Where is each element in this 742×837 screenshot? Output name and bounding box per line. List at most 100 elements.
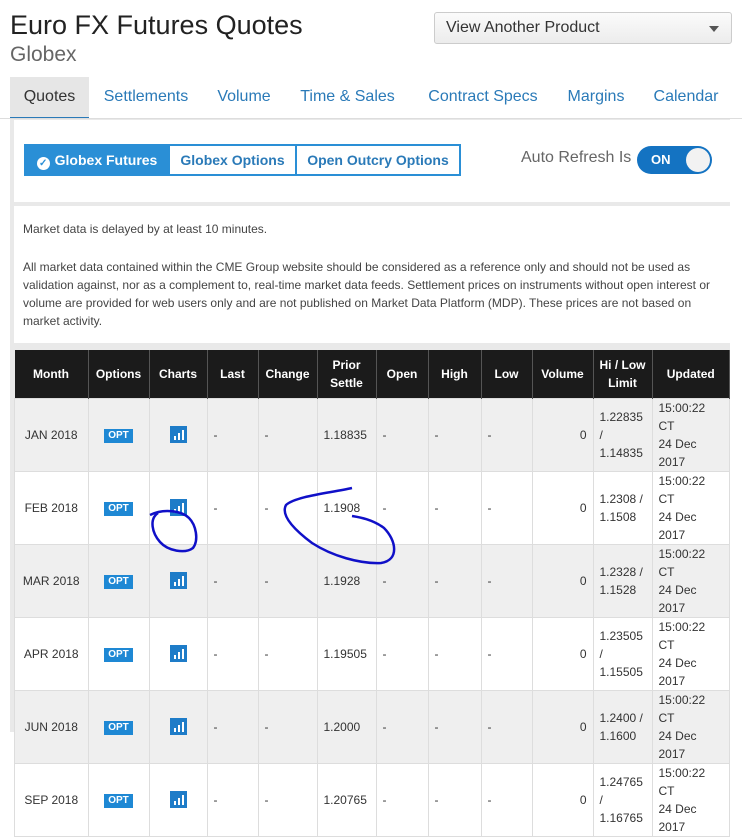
- options-cell: OPT: [87, 689, 150, 764]
- volume-cell: 0: [531, 397, 594, 472]
- options-cell: OPT: [87, 762, 150, 837]
- auto-refresh-toggle[interactable]: ON: [637, 146, 712, 174]
- tab-calendar[interactable]: Calendar: [644, 77, 728, 117]
- hi-low-limit-cell: 1.2308 / 1.1508: [592, 470, 653, 545]
- hi-low-limit-cell: 1.2328 / 1.1528: [592, 543, 653, 618]
- tab-time-and-sales[interactable]: Time & Sales: [290, 77, 405, 117]
- hi-low-limit-cell: 1.2400 / 1.1600: [592, 689, 653, 764]
- change-cell: -: [257, 616, 318, 691]
- updated-time: 15:00:22 CT: [658, 619, 706, 652]
- opt-button[interactable]: OPT: [104, 428, 133, 443]
- hi-low-limit-cell: 1.24765 / 1.16765: [592, 762, 653, 837]
- tab-contract-specs[interactable]: Contract Specs: [418, 77, 548, 117]
- charts-cell: [148, 470, 208, 545]
- col-volume: Volume: [532, 350, 594, 398]
- col-updated: Updated: [652, 350, 730, 398]
- hi-low-limit-cell: 1.23505 / 1.15505: [592, 616, 653, 691]
- low-cell: -: [480, 616, 533, 691]
- volume-cell: 0: [531, 616, 594, 691]
- open-cell: -: [375, 616, 429, 691]
- col-month: Month: [14, 350, 89, 398]
- volume-cell: 0: [531, 689, 594, 764]
- tab-volume[interactable]: Volume: [207, 77, 281, 117]
- low-cell: -: [480, 470, 533, 545]
- updated-time: 15:00:22 CT: [658, 400, 706, 433]
- col-options: Options: [88, 350, 150, 398]
- opt-button[interactable]: OPT: [104, 720, 133, 735]
- limit-sep: /: [599, 646, 603, 661]
- check-circle-icon: ✓: [36, 157, 50, 170]
- opt-button[interactable]: OPT: [104, 501, 133, 516]
- change-cell: -: [257, 762, 318, 837]
- charts-cell: [148, 762, 208, 837]
- prior-settle-cell: 1.18835: [316, 397, 377, 472]
- segment-globex-options[interactable]: Globex Options: [168, 144, 297, 176]
- updated-cell: 15:00:22 CT 24 Dec 2017: [651, 397, 730, 472]
- auto-refresh-label: Auto Refresh Is: [521, 149, 632, 166]
- table-row: JUN 2018 OPT - -1.2000- - -0 1.2400 /1.1600 15:…: [14, 689, 730, 764]
- volume-cell: 0: [531, 762, 594, 837]
- charts-cell: [148, 689, 208, 764]
- low-cell: -: [480, 397, 533, 472]
- tab-margins[interactable]: Margins: [557, 77, 635, 117]
- change-cell: -: [257, 543, 318, 618]
- prior-settle-cell: 1.2000: [316, 689, 377, 764]
- prior-settle-cell: 1.19505: [316, 616, 377, 691]
- last-cell: -: [206, 397, 259, 472]
- prior-settle-cell: 1.20765: [316, 762, 377, 837]
- disclaimer-text: All market data contained within the CME…: [23, 260, 711, 328]
- updated-date: 24 Dec 2017: [658, 436, 697, 469]
- hi-low-limit-cell: 1.22835 / 1.14835: [592, 397, 653, 472]
- table-row: JAN 2018 OPT - -1.18835- - -0 1.22835/1.14835 1…: [14, 397, 730, 472]
- segment-open-outcry-options[interactable]: Open Outcry Options: [295, 144, 461, 176]
- bar-chart-icon[interactable]: [169, 718, 187, 735]
- bar-chart-icon[interactable]: [169, 572, 187, 589]
- bar-chart-icon[interactable]: [169, 791, 187, 808]
- toolbar: ✓ Globex Futures Globex Options Open Outc…: [14, 120, 730, 202]
- month-cell: SEP 2018: [14, 762, 89, 837]
- bar-chart-icon[interactable]: [169, 426, 187, 443]
- limit-hi: 1.23505: [599, 628, 643, 643]
- limit-hi: 1.24765: [599, 774, 643, 789]
- month-cell: JAN 2018: [14, 397, 89, 472]
- low-cell: -: [480, 762, 533, 837]
- opt-button[interactable]: OPT: [104, 647, 133, 662]
- table-row: SEP 2018 OPT - -1.20765- - -0 1.24765/1.16765 1…: [14, 762, 730, 837]
- page-title: Euro FX Futures Quotes: [10, 10, 303, 40]
- limit-lo: 1.14835: [599, 445, 643, 460]
- last-cell: -: [206, 616, 259, 691]
- updated-time: 15:00:22 CT: [658, 546, 706, 579]
- col-change: Change: [258, 350, 318, 398]
- table-row: FEB 2018 OPT - -1.1908- - -0 1.2308 /1.1508 15:…: [14, 470, 730, 545]
- updated-date: 24 Dec 2017: [658, 582, 697, 615]
- col-prior-settle: Prior Settle: [317, 350, 377, 398]
- high-cell: -: [427, 397, 482, 472]
- tab-settlements[interactable]: Settlements: [93, 77, 199, 117]
- delay-notice: Market data is delayed by at least 10 mi…: [23, 222, 268, 236]
- change-cell: -: [257, 689, 318, 764]
- volume-cell: 0: [531, 470, 594, 545]
- open-cell: -: [375, 543, 429, 618]
- options-cell: OPT: [87, 470, 150, 545]
- bar-chart-icon[interactable]: [169, 645, 187, 662]
- opt-button[interactable]: OPT: [104, 793, 133, 808]
- limit-lo: 1.15505: [599, 664, 643, 679]
- toggle-state: ON: [651, 152, 671, 167]
- table-header-row: Month Options Charts Last Change Prior S…: [14, 350, 730, 398]
- toggle-knob: [686, 148, 710, 172]
- last-cell: -: [206, 470, 259, 545]
- view-another-product-select[interactable]: View Another Product: [434, 12, 732, 44]
- high-cell: -: [427, 616, 482, 691]
- col-hi-low-limit: Hi / Low Limit: [593, 350, 653, 398]
- limit-hi: 1.2400 /: [599, 710, 643, 725]
- bar-chart-icon[interactable]: [169, 499, 187, 516]
- last-cell: -: [206, 762, 259, 837]
- opt-button[interactable]: OPT: [104, 574, 133, 589]
- segment-globex-futures[interactable]: ✓ Globex Futures: [24, 144, 170, 176]
- col-last: Last: [207, 350, 259, 398]
- tab-quotes[interactable]: Quotes: [10, 77, 89, 120]
- options-cell: OPT: [87, 543, 150, 618]
- col-high: High: [428, 350, 482, 398]
- charts-cell: [148, 616, 208, 691]
- month-cell: APR 2018: [14, 616, 89, 691]
